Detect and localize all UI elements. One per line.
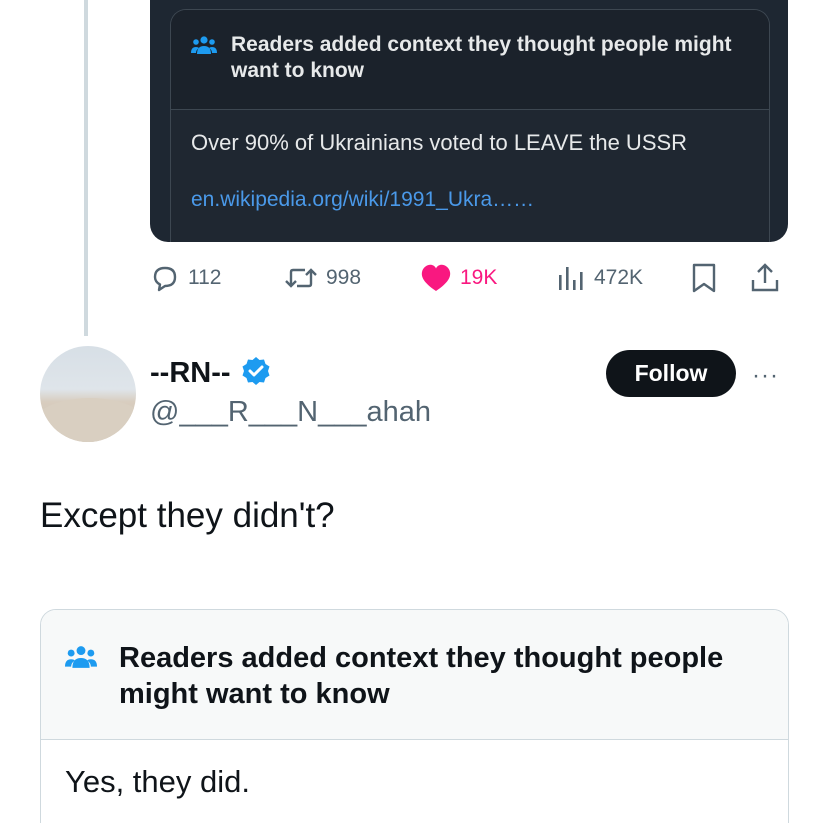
repost-count: 998 <box>326 266 362 289</box>
bookmark-icon <box>690 262 718 294</box>
verified-badge-icon <box>241 356 271 391</box>
community-notes-icon <box>191 35 217 62</box>
like-button[interactable]: 19K <box>420 263 497 293</box>
repost-button[interactable]: 998 <box>284 264 361 292</box>
avatar[interactable] <box>40 346 136 442</box>
heart-icon <box>420 263 452 293</box>
community-note-title: Readers added context they thought peopl… <box>231 33 732 82</box>
reply-count: 112 <box>188 266 222 289</box>
like-count: 19K <box>460 266 498 289</box>
more-options-icon[interactable]: ··· <box>752 362 779 390</box>
post-text: Except they didn't? <box>40 496 335 535</box>
share-button[interactable] <box>750 262 780 294</box>
community-note-header: Readers added context they thought peopl… <box>171 10 769 110</box>
tweet-thread-view: Readers added context they thought peopl… <box>0 0 828 823</box>
community-note-body: Yes, they did. <box>65 764 250 799</box>
community-note-link[interactable]: en.wikipedia.org/wiki/1991_Ukra…… <box>171 188 769 212</box>
bookmark-button[interactable] <box>690 262 718 294</box>
views-count: 472K <box>594 266 644 289</box>
community-note[interactable]: Readers added context they thought peopl… <box>40 609 789 823</box>
share-icon <box>750 262 780 294</box>
community-note-header: Readers added context they thought peopl… <box>41 610 788 740</box>
reply-button[interactable]: 112 <box>150 263 221 293</box>
views-button[interactable]: 472K <box>556 263 643 293</box>
follow-button[interactable]: Follow <box>606 350 736 397</box>
repost-icon <box>284 264 318 292</box>
author-name-row: --RN-- <box>150 356 271 391</box>
avatar-dune-image <box>40 398 136 442</box>
post-action-bar: 112 998 19K 472K <box>150 258 790 298</box>
user-handle[interactable]: @___R___N___ahah <box>150 396 431 429</box>
views-icon <box>556 263 586 293</box>
community-note-dark[interactable]: Readers added context they thought peopl… <box>170 9 770 242</box>
community-note-body: Over 90% of Ukrainians voted to LEAVE th… <box>191 130 688 155</box>
display-name[interactable]: --RN-- <box>150 357 231 390</box>
community-notes-icon <box>65 644 97 677</box>
thread-connector-line <box>84 0 88 336</box>
community-note-title: Readers added context they thought peopl… <box>119 642 724 710</box>
reply-icon <box>150 263 180 293</box>
